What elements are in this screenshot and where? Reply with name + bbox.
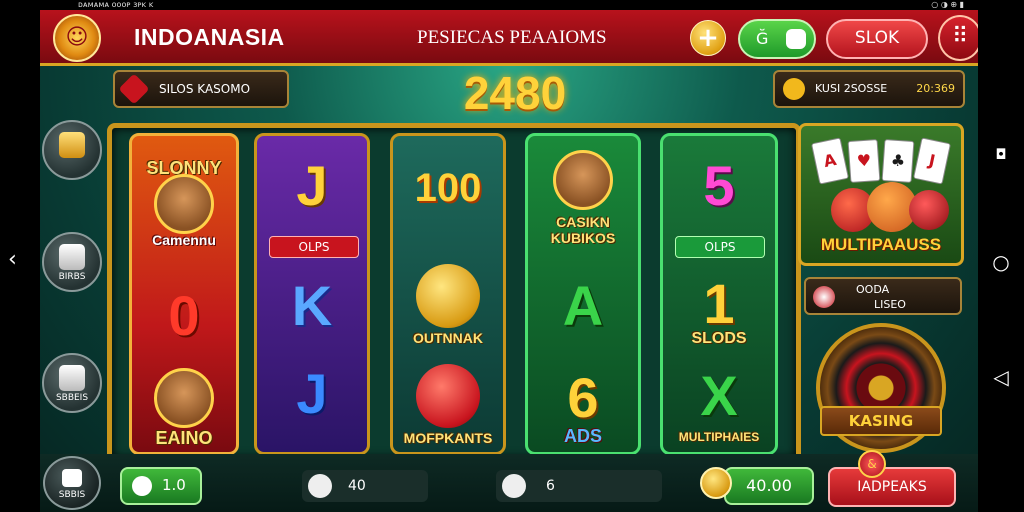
reel-symbol-label: MOFPKANTS: [403, 430, 493, 446]
balance-display: 40.00: [724, 467, 814, 505]
lines-value: 40: [348, 478, 366, 494]
mascot-logo-icon[interactable]: ☺: [53, 14, 101, 62]
bonus-line-2: LISEO: [874, 298, 906, 311]
gift-icon: [59, 244, 85, 270]
reel-frame: SLONNY Camennu 0 EAINO J OLPS K J 100 OU…: [107, 123, 801, 463]
back-chevron-icon[interactable]: ‹: [8, 247, 17, 272]
nav-home-icon[interactable]: ○: [986, 247, 1016, 277]
right-panel: A ♥ ♣ J MULTIPAAUSS OODA LISEO KASING: [792, 123, 968, 463]
diamond-icon: [118, 73, 150, 105]
slot-game-screen: ☺ INDOANASIA PESIECAS PEAAIOMS + Ğ SLOK …: [40, 10, 978, 512]
rotate-icon[interactable]: ◘: [986, 140, 1016, 170]
reel-symbol-label: MULTIPHAIES: [678, 430, 760, 444]
android-nav-bar: ◘ ○ ◁: [978, 0, 1024, 512]
top-bar: ☺ INDOANASIA PESIECAS PEAAIOMS + Ğ SLOK …: [40, 10, 978, 66]
reel-symbol: 5: [703, 154, 735, 217]
info-pill-left[interactable]: SILOS KASOMO: [113, 70, 289, 108]
bottle-icon: [59, 365, 85, 391]
reel-symbol-label: EAINO: [155, 428, 213, 448]
home-button[interactable]: SBBIS: [43, 456, 101, 510]
status-left-text: ᴅᴀᴍᴀᴍᴀ ᴏᴏᴏᴘ ɜᴘᴋ ᴋ: [78, 0, 154, 9]
coin-icon: [783, 78, 805, 100]
character-icon: [553, 150, 613, 210]
reel-symbol: K: [291, 274, 333, 337]
search-value: 6: [546, 478, 555, 494]
bottom-bar: SBBIS 1.0 40 6 40.00 IADPEAKS &: [40, 450, 978, 512]
reel-symbol: X: [700, 364, 738, 427]
reel-symbol-label: SLODS: [691, 330, 747, 347]
green-action-button[interactable]: Ğ: [738, 19, 816, 59]
reel-2[interactable]: J OLPS K J: [254, 133, 370, 455]
green-action-label: Ğ: [756, 29, 769, 48]
playing-card-icon: ♥: [847, 139, 881, 183]
bonus-icon: [813, 286, 835, 308]
reel-pill: OLPS: [269, 236, 359, 258]
slok-button[interactable]: SLOK: [826, 19, 928, 59]
reel-4[interactable]: CASIKN KUBIKOS A 6 ADS: [525, 133, 641, 455]
jackpot-counter: 2480: [463, 67, 567, 119]
reel-symbol: 6: [567, 366, 599, 429]
character-icon: [154, 174, 214, 234]
gold-coin-icon: [416, 264, 480, 328]
multiplier-card-panel[interactable]: A ♥ ♣ J MULTIPAAUSS: [798, 123, 964, 266]
playing-card-icon: J: [912, 137, 952, 185]
reel-symbol-label: KUBIKOS: [550, 230, 616, 246]
home-label: SBBIS: [58, 490, 86, 500]
playing-card-icon: ♣: [881, 139, 915, 183]
reel-symbol: A: [562, 274, 604, 337]
side-button-birbs[interactable]: BIRBS: [42, 232, 102, 292]
nav-recents-icon[interactable]: ◁: [986, 362, 1016, 392]
fruit-icon: [909, 190, 949, 230]
jackpot-badge-icon: &: [858, 450, 886, 478]
reel-symbol: J: [296, 362, 328, 425]
reel-symbol-label: CASIKN: [556, 214, 610, 230]
multiplier-title: MULTIPAAUSS: [820, 235, 942, 254]
chat-icon: [786, 29, 806, 49]
reel-symbol: 100: [414, 166, 482, 210]
character-icon: [154, 368, 214, 428]
reel-symbol-label: OUTNNAK: [413, 330, 483, 346]
menu-button[interactable]: ⠿: [938, 15, 978, 61]
side-button-trophy[interactable]: [42, 120, 102, 180]
playing-card-icon: A: [810, 137, 850, 185]
side-button-label: SBBEIS: [55, 393, 89, 403]
status-right-icons: ○ ◑ ⊕ ▮: [931, 0, 964, 9]
puzzle-icon: [308, 474, 332, 498]
side-button-sbbeis[interactable]: SBBEIS: [42, 353, 102, 413]
bonus-info-pill[interactable]: OODA LISEO: [804, 277, 962, 315]
roulette-label: KASING: [820, 406, 942, 436]
reel-symbol-label: ADS: [563, 426, 602, 446]
side-button-label: BIRBS: [58, 272, 86, 282]
reel-symbol: J: [296, 154, 328, 217]
add-coins-button[interactable]: +: [690, 20, 726, 56]
jackpots-button[interactable]: IADPEAKS: [828, 467, 956, 507]
bet-button[interactable]: 1.0: [120, 467, 202, 505]
game-title: PESIECAS PEAAIOMS: [417, 27, 607, 48]
reel-1[interactable]: SLONNY Camennu 0 EAINO: [129, 133, 239, 455]
info-right-value: 20:369: [916, 82, 955, 95]
left-strip: ‹: [0, 0, 40, 512]
fruit-icon: [416, 364, 480, 428]
info-right-label: KUSI 2SOSSE: [815, 82, 888, 95]
home-icon: [62, 469, 82, 487]
reel-symbol: 0: [168, 284, 200, 347]
info-pill-right[interactable]: KUSI 2SOSSE 20:369: [773, 70, 965, 108]
balance-coin-icon: [700, 467, 732, 499]
search-icon: [502, 474, 526, 498]
reel-symbol: 1: [703, 272, 735, 335]
trophy-icon: [59, 132, 85, 158]
reel-3[interactable]: 100 OUTNNAK MOFPKANTS: [390, 133, 506, 455]
reel-symbol-label: Camennu: [152, 232, 216, 248]
search-field[interactable]: 6: [496, 470, 662, 502]
clover-icon: [132, 476, 152, 496]
bonus-line-1: OODA: [856, 283, 890, 296]
bet-value: 1.0: [162, 476, 186, 494]
reel-pill: OLPS: [675, 236, 765, 258]
info-left-label: SILOS KASOMO: [159, 82, 251, 96]
brand-title: INDOANASIA: [134, 24, 285, 50]
lines-field[interactable]: 40: [302, 470, 428, 502]
reel-5[interactable]: 5 OLPS 1 SLODS X MULTIPHAIES: [660, 133, 778, 455]
status-bar: ᴅᴀᴍᴀᴍᴀ ᴏᴏᴏᴘ ɜᴘᴋ ᴋ ○ ◑ ⊕ ▮: [0, 0, 1024, 10]
